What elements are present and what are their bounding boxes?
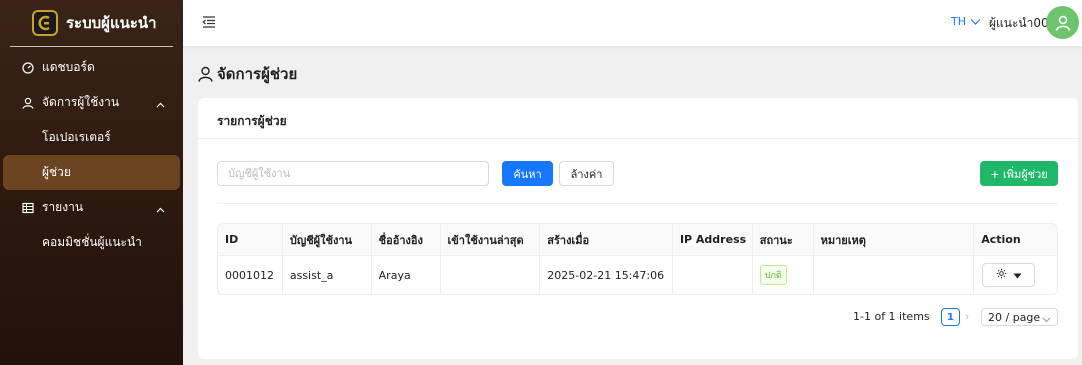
chevron-down-icon [1042,313,1051,326]
next-page-icon[interactable]: › [965,310,969,323]
menu-fold-icon[interactable] [202,15,216,29]
top-header: TH ผู้แนะนำ001 [183,0,1082,46]
card-divider [198,138,1078,139]
prev-page-icon[interactable]: ‹ [927,310,931,323]
brand-title: ระบบผู้แนะนำ [66,14,157,32]
chevron-up-icon [156,202,165,216]
cell-note [814,256,975,294]
column-header-note: หมายเหตุ [814,224,975,255]
sidebar-item-label: รายงาน [42,200,84,214]
sidebar-item-label: ผู้ช่วย [42,165,71,179]
user-icon [198,66,213,82]
dashboard-icon [22,61,34,74]
cell-status: ปกติ [753,256,814,294]
sidebar-item-label: แดชบอร์ด [42,60,95,74]
filter-divider [217,203,1058,204]
card-title: รายการผู้ช่วย [217,114,287,128]
column-header-status: สถานะ [753,224,814,255]
column-header-id: ID [218,224,283,255]
table-icon [22,202,34,214]
caret-down-icon [1013,269,1022,282]
sidebar-item-operator[interactable]: โอเปอเรเตอร์ [0,120,183,155]
brand-divider [10,46,173,47]
pagination: 1-1 of 1 items ‹ 1 › 20 / page [198,307,1078,327]
sidebar: ระบบผู้แนะนำ แดชบอร์ด จัดการผู้ใช้งาน โอ… [0,0,183,365]
sidebar-menu: แดชบอร์ด จัดการผู้ใช้งาน โอเปอเรเตอร์ ผู… [0,50,183,260]
add-assistant-button[interactable]: + เพิ่มผู้ช่วย [980,161,1058,186]
user-icon [22,97,34,109]
search-input[interactable] [217,161,489,186]
row-action-dropdown[interactable] [982,263,1036,287]
sidebar-item-label: คอมมิชชั่นผู้แนะนำ [42,235,142,249]
gear-icon [996,268,1007,282]
cell-last-login [441,256,541,294]
clear-button[interactable]: ล้างค่า [559,161,614,186]
column-header-created: สร้างเมื่อ [540,224,673,255]
brand[interactable]: ระบบผู้แนะนำ [0,0,183,46]
status-badge: ปกติ [759,265,787,285]
column-header-username: บัญชีผู้ใช้งาน [283,224,372,255]
sidebar-item-dashboard[interactable]: แดชบอร์ด [0,50,183,85]
sidebar-item-user-management[interactable]: จัดการผู้ใช้งาน [0,85,183,120]
pagination-total: 1-1 of 1 items [853,310,930,323]
table-header-row: ID บัญชีผู้ใช้งาน ชื่ออ้างอิง เข้าใช้งาน… [218,224,1057,256]
sidebar-item-label: โอเปอเรเตอร์ [42,130,111,144]
assistant-table: ID บัญชีผู้ใช้งาน ชื่ออ้างอิง เข้าใช้งาน… [217,223,1058,295]
chevron-down-icon[interactable] [970,15,981,29]
chevron-up-icon [156,97,165,111]
column-header-action: Action [981,233,1021,246]
cell-ref-name: Araya [372,256,441,294]
sidebar-item-report[interactable]: รายงาน [0,190,183,225]
page-size-select[interactable]: 20 / page [981,308,1058,326]
page-size-value: 20 / page [988,310,1041,324]
cell-id: 0001012 [218,256,283,294]
search-button[interactable]: ค้นหา [502,161,553,186]
cell-ip [673,256,753,294]
cell-action [974,256,1057,294]
sidebar-item-label: จัดการผู้ใช้งาน [42,95,120,109]
column-header-ref-name: ชื่ออ้างอิง [372,224,441,255]
sidebar-item-commission[interactable]: คอมมิชชั่นผู้แนะนำ [0,225,183,260]
avatar[interactable] [1046,6,1079,39]
assistant-list-card: รายการผู้ช่วย ค้นหา ล้างค่า + เพิ่มผู้ช่… [198,98,1078,359]
column-header-last-login: เข้าใช้งานล่าสุด [441,224,541,255]
column-header-ip: IP Address [673,224,753,255]
page-title-text: จัดการผู้ช่วย [217,65,298,83]
cell-created: 2025-02-21 15:47:06 [540,256,673,294]
brand-logo-icon [32,10,58,36]
table-row: 0001012 assist_a Araya 2025-02-21 15:47:… [218,256,1057,294]
language-selector[interactable]: TH [951,15,966,28]
page-title: จัดการผู้ช่วย [198,62,297,86]
sidebar-item-assistant[interactable]: ผู้ช่วย [3,155,180,190]
page-item-current[interactable]: 1 [941,308,960,326]
cell-username: assist_a [283,256,372,294]
